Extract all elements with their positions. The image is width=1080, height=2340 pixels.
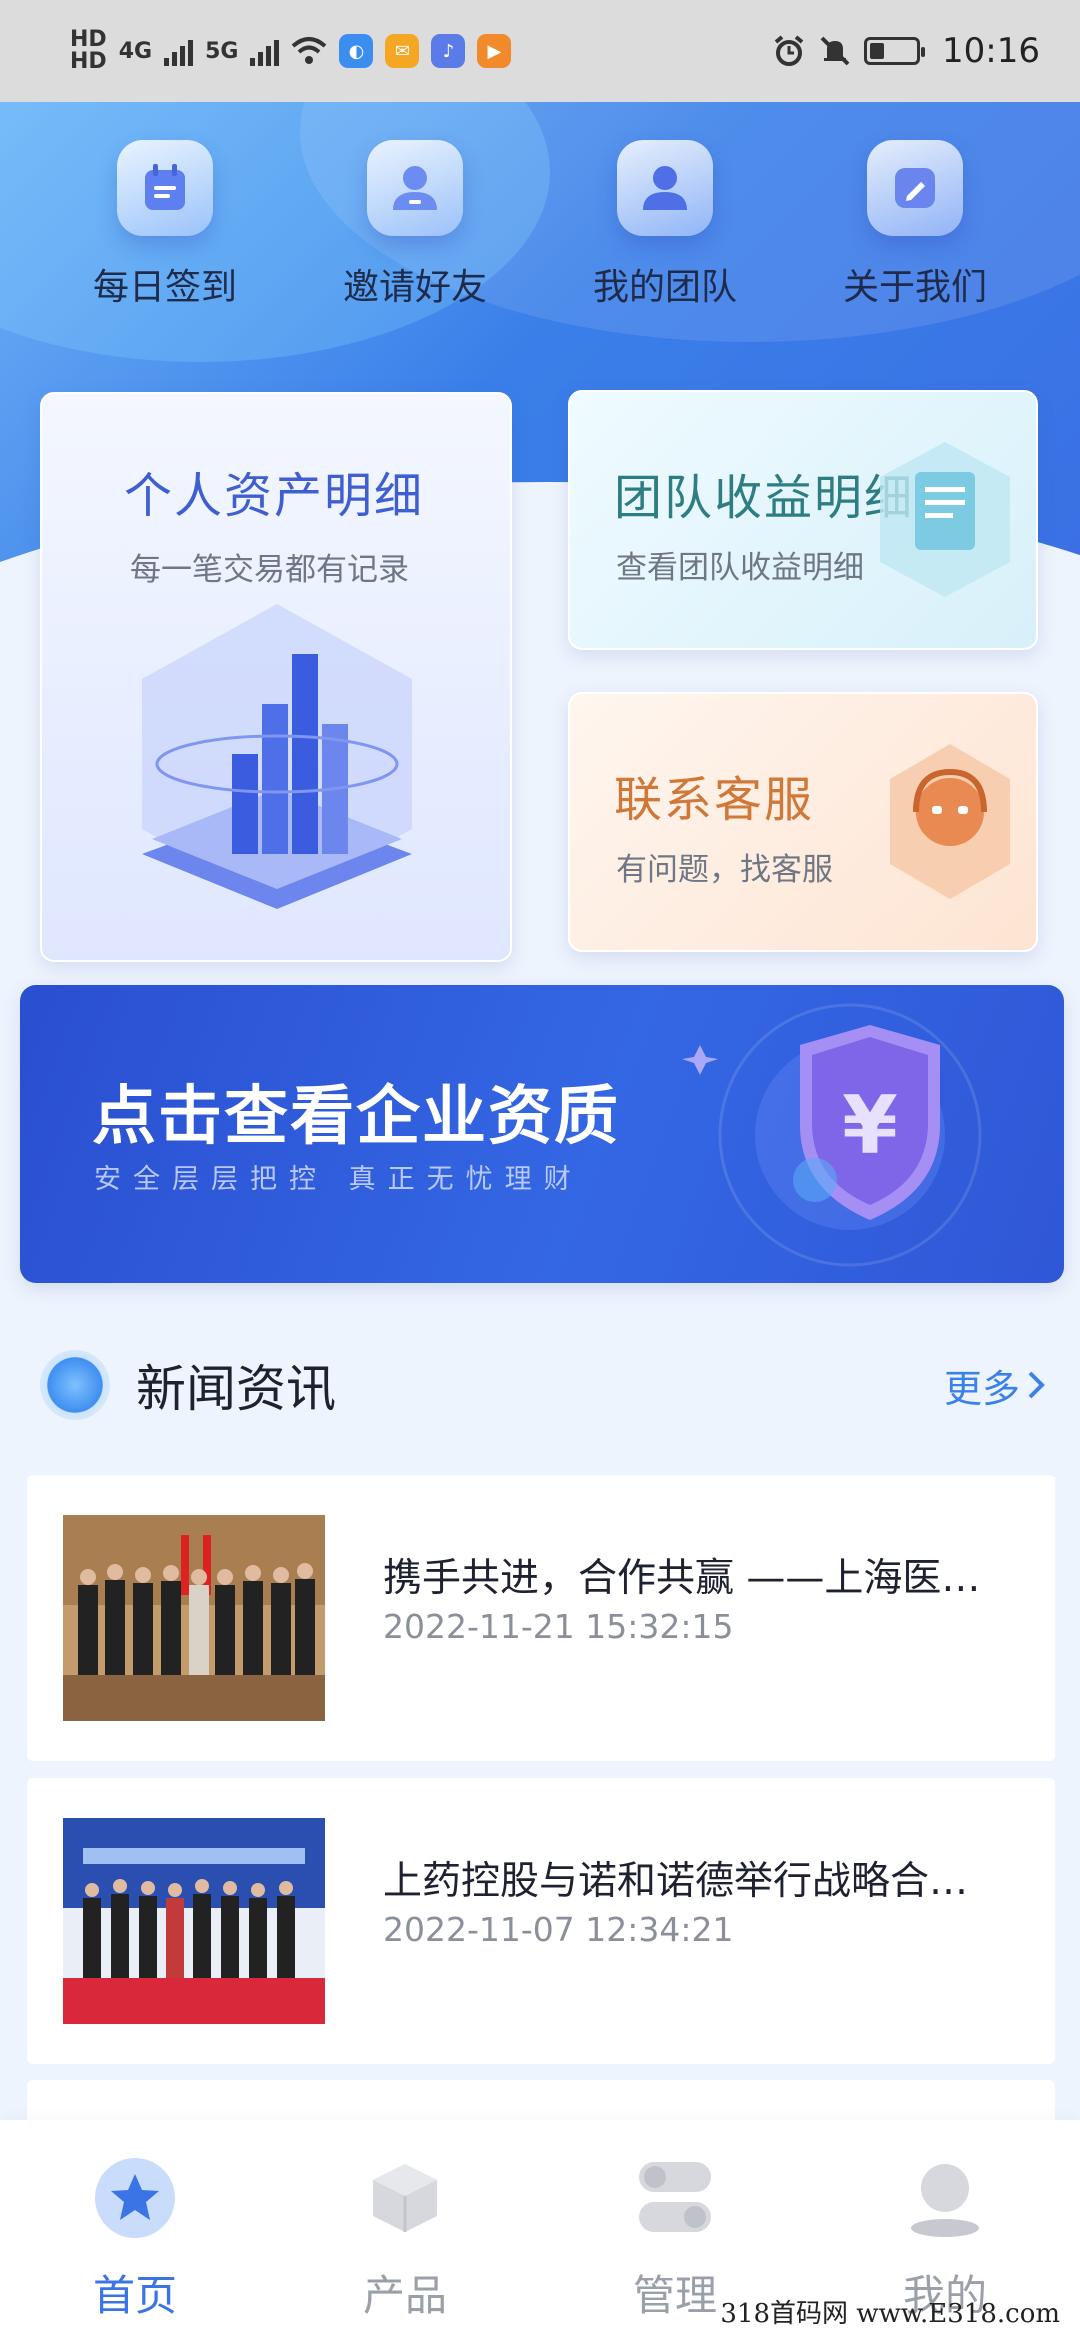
news-header: 新闻资讯 更多 (40, 1345, 1050, 1425)
news-section-title: 新闻资讯 (136, 1360, 336, 1418)
cube-icon (365, 2158, 445, 2238)
quick-nav-invite-friends[interactable]: 邀请好友 (305, 140, 525, 320)
signal1-label: 4G (118, 38, 153, 64)
mail-app-icon: ✉ (385, 34, 420, 68)
wifi-icon (292, 37, 327, 64)
shield-yen-symbol: ¥ (842, 1079, 898, 1172)
star-icon (95, 2158, 175, 2238)
bar-chart-illustration-icon (142, 604, 412, 909)
quick-nav-daily-checkin[interactable]: 每日签到 (55, 140, 275, 320)
battery-icon (864, 37, 926, 65)
tab-products[interactable]: 产品 (305, 2158, 505, 2323)
news-globe-icon (40, 1350, 110, 1420)
user-icon (905, 2158, 985, 2238)
headset-illustration-icon (890, 744, 1010, 899)
customer-service-card[interactable]: 联系客服 有问题，找客服 (568, 692, 1038, 952)
asset-card-title: 个人资产明细 (124, 468, 425, 524)
browser-app-icon: ◐ (339, 34, 374, 68)
banner-subtitle: 安全层层把控 真正无忧理财 (94, 1164, 583, 1195)
team-card-subtitle: 查看团队收益明细 (616, 550, 864, 586)
chevron-right-icon (1028, 1371, 1045, 1399)
quick-nav-label: 我的团队 (592, 267, 737, 308)
tab-home[interactable]: 首页 (35, 2158, 235, 2323)
hd1-label: HD (70, 27, 107, 52)
signal-bars-2-icon (250, 36, 280, 66)
team-card-title: 团队收益明细 (614, 470, 915, 526)
video-app-icon: ▶ (477, 34, 512, 68)
service-card-title: 联系客服 (614, 772, 815, 828)
news-headline: 携手共进，合作共赢 ——上海医… (383, 1556, 981, 1601)
bell-muted-icon (820, 36, 850, 66)
site-watermark: 318首码网 www.E318.com (720, 2299, 1060, 2329)
banner-title: 点击查看企业资质 (92, 1080, 620, 1154)
company-qualification-banner[interactable]: 点击查看企业资质 安全层层把控 真正无忧理财 ¥ (20, 985, 1064, 1283)
quick-nav-label: 每日签到 (92, 267, 237, 308)
status-left: HD HD 4G 5G ◐ ✉ ♪ ▶ (70, 29, 512, 73)
news-list-item[interactable]: 携手共进，合作共赢 ——上海医… 2022-11-21 15:32:15 (27, 1475, 1055, 1761)
signal2-label: 5G (205, 38, 239, 64)
hd-indicator: HD HD (70, 29, 107, 73)
news-date: 2022-11-21 15:32:15 (383, 1607, 734, 1646)
music-app-icon: ♪ (431, 34, 466, 68)
quick-nav-my-team[interactable]: 我的团队 (555, 140, 775, 320)
team-income-card[interactable]: 团队收益明细 查看团队收益明细 (568, 390, 1038, 650)
document-illustration-icon (880, 442, 1010, 597)
news-thumbnail-image (63, 1818, 325, 2024)
team-icon (617, 140, 713, 236)
pencil-icon (867, 140, 963, 236)
toggle-icon (635, 2158, 715, 2238)
tab-label: 产品 (362, 2271, 447, 2320)
quick-nav-label: 邀请好友 (342, 267, 487, 308)
calendar-check-icon (117, 140, 213, 236)
service-card-subtitle: 有问题，找客服 (616, 852, 833, 888)
quick-nav: 每日签到 邀请好友 我的团队 关于我们 (0, 140, 1080, 320)
news-more-label: 更多 (943, 1366, 1020, 1411)
tab-label: 首页 (92, 2271, 177, 2320)
news-thumbnail-image (63, 1515, 325, 1721)
hd2-label: HD (70, 49, 107, 74)
news-more-link[interactable]: 更多 (944, 1358, 1050, 1413)
signal-bars-icon (164, 36, 194, 66)
news-date: 2022-11-07 12:34:21 (383, 1910, 734, 1949)
asset-detail-card[interactable]: 个人资产明细 每一笔交易都有记录 (40, 392, 512, 962)
news-headline: 上药控股与诺和诺德举行战略合… (383, 1859, 969, 1904)
status-bar: HD HD 4G 5G ◐ ✉ ♪ ▶ 10:16 (0, 0, 1080, 102)
status-time: 10:16 (942, 31, 1040, 71)
status-right: 10:16 (772, 31, 1040, 71)
quick-nav-about-us[interactable]: 关于我们 (805, 140, 1025, 320)
tab-label: 管理 (632, 2271, 717, 2320)
news-list-item[interactable]: 上药控股与诺和诺德举行战略合… 2022-11-07 12:34:21 (27, 1778, 1055, 2064)
alarm-icon (774, 35, 804, 66)
person-icon (367, 140, 463, 236)
shield-icon: ¥ (682, 1003, 982, 1267)
asset-card-subtitle: 每一笔交易都有记录 (130, 552, 409, 588)
quick-nav-label: 关于我们 (842, 267, 987, 308)
